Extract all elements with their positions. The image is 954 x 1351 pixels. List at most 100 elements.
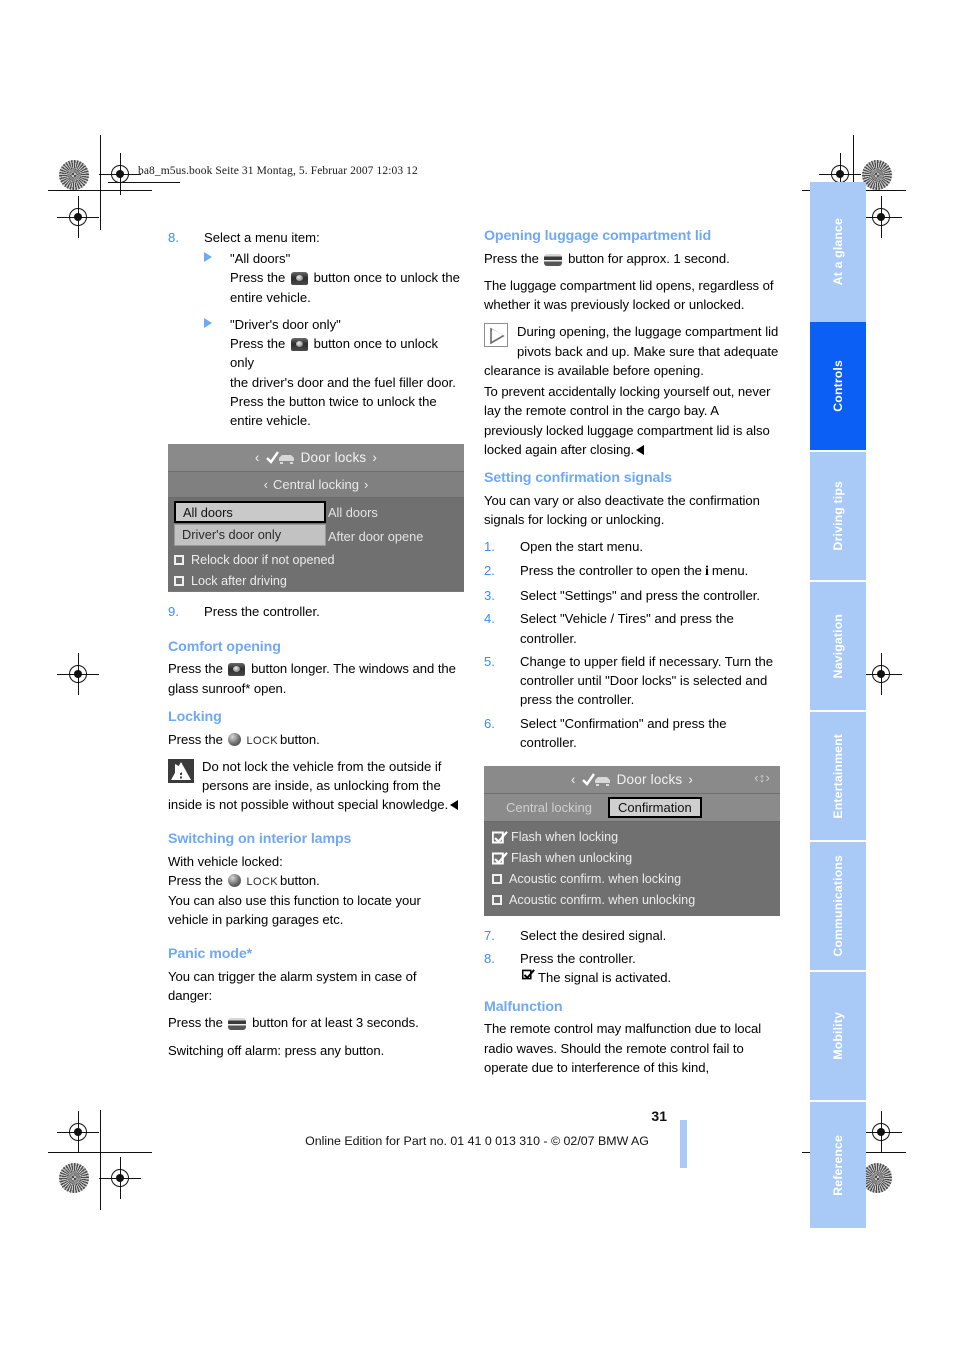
text-fragment: button. (280, 731, 320, 747)
tab-label: Communications (831, 855, 845, 957)
screenshot-tab-confirmation[interactable]: Confirmation (608, 797, 702, 818)
manual-page: ba8_m5us.book Seite 31 Montag, 5. Februa… (0, 0, 954, 1351)
tab-at-a-glance[interactable]: At a glance (810, 182, 866, 322)
step-list-9: 9. Press the controller. (168, 602, 464, 621)
text-fragment: button for at least 3 seconds. (252, 1015, 419, 1031)
note-triangle-icon (484, 323, 508, 348)
header-rule (108, 182, 180, 183)
tab-controls[interactable]: Controls (810, 322, 866, 450)
tab-entertainment[interactable]: Entertainment (810, 712, 866, 840)
heading-comfort-opening: Comfort opening (168, 638, 281, 655)
checkbox-label: Relock door if not opened (191, 552, 335, 567)
screenshot-subbar: ‹ Central locking › (168, 472, 464, 499)
list-item: "Driver's door only" Press the button on… (204, 315, 464, 430)
option-line: entire vehicle. (230, 289, 311, 305)
registration-mark (99, 1157, 141, 1199)
screenshot-tab-central-locking[interactable]: Central locking (498, 800, 600, 815)
checkbox-row-acoustic-unlocking[interactable]: Acoustic confirm. when unlocking (484, 889, 780, 910)
tab-mobility[interactable]: Mobility (810, 972, 866, 1100)
text-fragment: Press the (168, 873, 223, 889)
checkbox-row-lock-after-driving[interactable]: Lock after driving (174, 570, 464, 591)
registration-mark (99, 153, 141, 195)
option-title: "All doors" (230, 251, 291, 267)
step-number: 6. (484, 715, 495, 731)
edition-footer: Online Edition for Part no. 01 41 0 013 … (305, 1134, 649, 1148)
figure-credit (772, 908, 777, 910)
option-line: button once to unlock the (313, 270, 460, 286)
tab-label: Mobility (831, 1012, 845, 1060)
step-number: 8. (484, 951, 495, 967)
tab-navigation[interactable]: Navigation (810, 582, 866, 710)
tab-label: Driving tips (831, 481, 845, 551)
checkbox-row-flash-locking[interactable]: Flash when locking (484, 826, 780, 847)
unlock-button-icon (228, 663, 246, 677)
end-of-note-icon (636, 444, 645, 455)
warning-triangle-icon (168, 758, 194, 783)
tab-driving-tips[interactable]: Driving tips (810, 452, 866, 580)
registration-mark (860, 196, 902, 238)
checkbox-checked-icon (491, 852, 508, 865)
dropdown-option-all-doors[interactable]: All doors (174, 501, 326, 524)
scroll-indicator-icon: ‹↕› (754, 770, 770, 785)
step-text: Press the controller to open the (520, 562, 702, 578)
screenshot-titlebar: ‹ Door locks › (168, 444, 464, 473)
checkbox-rows: Relock door if not opened Lock after dri… (174, 549, 464, 591)
note-luggage: During opening, the luggage compartment … (484, 322, 780, 380)
step-text: Press the controller. (204, 604, 320, 620)
step-text: Select a menu item: (204, 230, 320, 245)
screenshot-body: All doors Driver's door only All doors A… (168, 498, 464, 592)
step-number: 1. (484, 539, 495, 555)
paragraph-luggage-1: The luggage compartment lid opens, regar… (484, 277, 774, 313)
dropdown-option-drivers-door[interactable]: Driver's door only (174, 524, 326, 547)
list-item: 6. Select "Confirmation" and press the c… (484, 714, 780, 752)
screenshot-tabbar: Central locking Confirmation (484, 794, 780, 822)
screenshot-title: Door locks (616, 772, 683, 787)
screenshot-title: Door locks (300, 450, 367, 466)
print-ink-blob (59, 160, 89, 190)
step-text: menu. (711, 562, 749, 578)
warning-note-locking: Do not lock the vehicle from the outside… (168, 757, 464, 815)
checkbox-unchecked-icon (174, 554, 184, 565)
idrive-screenshot-confirmation: ‹ Door locks › ‹↕› Central locking Confi… (484, 766, 780, 916)
dropdown-list[interactable]: All doors Driver's door only (174, 501, 326, 547)
activated-text: The signal is activated. (538, 970, 672, 986)
screenshot-titlebar: ‹ Door locks › ‹↕› (484, 766, 780, 794)
text-fragment: button for approx. 1 second. (568, 250, 730, 266)
unlock-button-icon (290, 338, 308, 352)
text-fragment: Press the (484, 250, 539, 266)
step-number: 9. (168, 604, 179, 620)
list-item: 1. Open the start menu. (484, 537, 780, 556)
checkbox-label: Acoustic confirm. when locking (509, 871, 682, 886)
paragraph-panic-3: Switching off alarm: press any button. (168, 1042, 385, 1058)
checked-box-icon (520, 969, 535, 984)
vehicle-check-icon (581, 772, 612, 787)
checkbox-label: Acoustic confirm. when unlocking (509, 892, 696, 907)
warning-text: Do not lock the vehicle from the outside… (168, 758, 449, 813)
paragraph-confirmation-intro: You can vary or also deactivate the conf… (484, 492, 760, 528)
tab-communications[interactable]: Communications (810, 842, 866, 970)
paragraph-panic-1: You can trigger the alarm system in case… (168, 968, 417, 1004)
text-fragment: Press the (168, 731, 223, 747)
checkbox-row-flash-unlocking[interactable]: Flash when unlocking (484, 847, 780, 868)
checkbox-row-acoustic-locking[interactable]: Acoustic confirm. when locking (484, 868, 780, 889)
print-ink-blob (59, 1163, 89, 1193)
tab-label: Controls (831, 360, 845, 412)
checkbox-row-relock[interactable]: Relock door if not opened (174, 549, 464, 570)
list-item: 4. Select "Vehicle / Tires" and press th… (484, 609, 780, 647)
step-text: Select "Vehicle / Tires" and press the c… (520, 611, 734, 646)
checkbox-unchecked-icon (174, 575, 184, 586)
list-item: 8. Press the controller. The signal is a… (484, 949, 780, 987)
step-text: Select the desired signal. (520, 928, 667, 943)
tab-reference[interactable]: Reference (810, 1102, 866, 1228)
step-text: Change to upper field if necessary. Turn… (520, 653, 774, 708)
list-item: 7. Select the desired signal. (484, 926, 780, 945)
triangle-bullet-icon (204, 252, 212, 263)
left-content-column: 8. Select a menu item: "All doors" Press… (168, 228, 464, 1068)
step-number: 8. (168, 230, 179, 245)
info-menu-icon: i (704, 563, 709, 579)
checkbox-unchecked-icon (492, 873, 502, 884)
option-line: entire vehicle. (230, 413, 311, 429)
paragraph-interior-lamps-3: You can also use this function to locate… (168, 892, 421, 908)
list-item: 8. Select a menu item: "All doors" Press… (168, 228, 464, 430)
paragraph-luggage-press: Press the button for approx. 1 second. (484, 249, 780, 268)
